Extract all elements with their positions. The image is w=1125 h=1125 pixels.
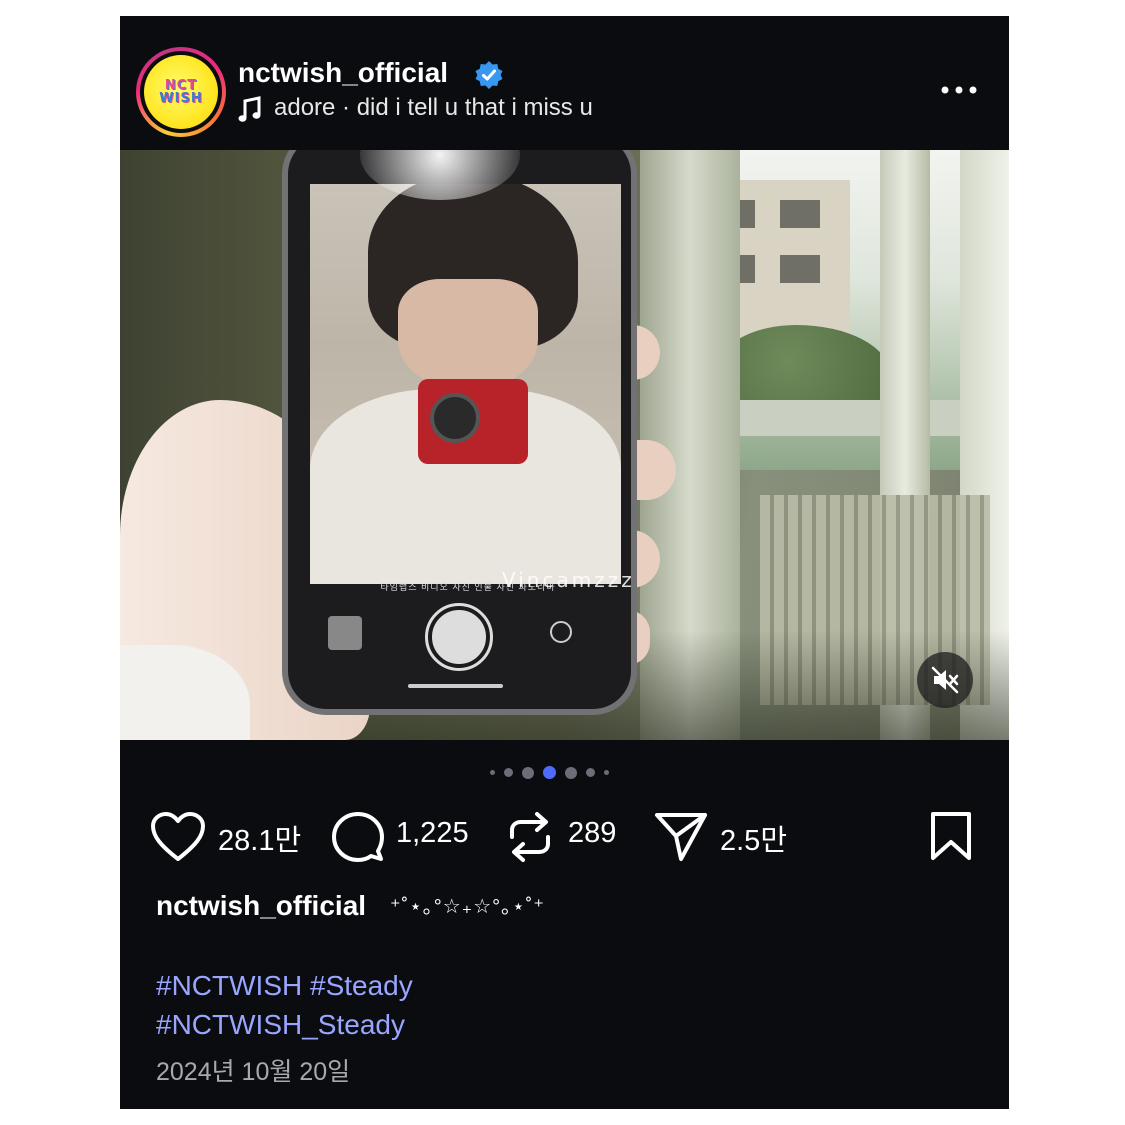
carousel-dot[interactable] — [543, 766, 556, 779]
carousel-dot[interactable] — [586, 768, 595, 777]
phone: 타임랩스 비디오 사진 인물 사진 파노라마 — [282, 150, 637, 715]
hashtag-line[interactable]: #NCTWISH_Steady — [156, 1005, 413, 1044]
red-camera — [418, 379, 528, 464]
hashtags: #NCTWISH #Steady #NCTWISH_Steady — [156, 966, 413, 1044]
verified-badge-icon — [475, 61, 503, 89]
avatar-logo-line2: WISH — [159, 91, 203, 106]
carousel-dots[interactable] — [490, 766, 609, 779]
likes-count[interactable]: 28.1만 — [218, 817, 301, 859]
watermark: Vincamzzz — [502, 568, 635, 592]
reposts-count[interactable]: 289 — [568, 817, 616, 850]
comment-icon[interactable] — [332, 811, 384, 863]
bookmark-icon[interactable] — [930, 811, 972, 861]
carousel-dot[interactable] — [522, 766, 534, 779]
carousel-dot[interactable] — [504, 768, 513, 777]
post-username[interactable]: nctwish_official — [238, 57, 448, 89]
repost-icon[interactable] — [506, 811, 554, 863]
comments-count[interactable]: 1,225 — [396, 817, 469, 850]
post-card: NCT WISH nctwish_official adore · did i … — [120, 16, 1009, 1109]
heart-icon[interactable] — [150, 811, 206, 863]
caption-username[interactable]: nctwish_official — [156, 890, 366, 922]
shutter-button — [425, 603, 493, 671]
post-photo[interactable]: 타임랩스 비디오 사진 인물 사진 파노라마 Vincamzzz — [120, 150, 1009, 740]
avatar[interactable]: NCT WISH — [136, 47, 226, 137]
avatar-logo: NCT WISH — [144, 55, 218, 129]
carousel-dot[interactable] — [565, 766, 577, 779]
carousel-dot[interactable] — [604, 770, 609, 775]
shares-count[interactable]: 2.5만 — [720, 817, 787, 859]
music-note-icon — [238, 96, 261, 122]
caption-decoration: ⁺˚⋆｡°☆₊☆°｡⋆˚⁺ — [390, 896, 545, 918]
mute-button[interactable] — [917, 652, 973, 708]
hashtag-line[interactable]: #NCTWISH #Steady — [156, 966, 413, 1005]
share-icon[interactable] — [654, 811, 708, 863]
carousel-dot[interactable] — [490, 770, 495, 775]
more-options-icon[interactable] — [941, 86, 977, 94]
phone-screen — [310, 184, 621, 584]
post-date: 2024년 10월 20일 — [156, 1058, 351, 1086]
mute-icon — [931, 666, 959, 694]
music-track[interactable]: adore · did i tell u that i miss u — [274, 94, 593, 122]
